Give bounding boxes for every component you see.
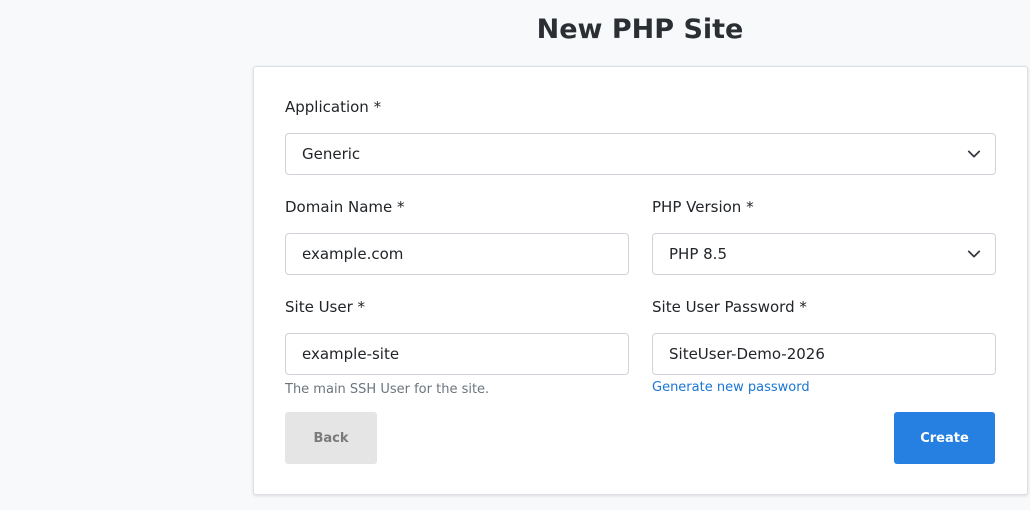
application-label: Application *: [285, 98, 382, 116]
domain-name-label: Domain Name *: [285, 198, 405, 216]
site-user-password-field: Site User Password * SiteUser-Demo-2026 …: [652, 296, 996, 395]
site-user-password-input[interactable]: SiteUser-Demo-2026: [652, 333, 996, 375]
domain-name-value: example.com: [302, 245, 404, 263]
back-button[interactable]: Back: [285, 412, 377, 464]
new-site-form-card: Application * Generic Domain Name * exam…: [253, 66, 1028, 495]
site-user-label: Site User *: [285, 298, 366, 316]
site-user-field: Site User * example-site The main SSH Us…: [285, 296, 629, 397]
site-user-input[interactable]: example-site: [285, 333, 629, 375]
php-version-select[interactable]: PHP 8.5: [652, 233, 996, 275]
chevron-down-icon: [967, 150, 981, 158]
generate-password-link[interactable]: Generate new password: [652, 380, 996, 395]
site-user-value: example-site: [302, 345, 400, 363]
php-version-select-value: PHP 8.5: [669, 245, 727, 263]
page-title: New PHP Site: [536, 14, 744, 45]
domain-name-field: Domain Name * example.com: [285, 196, 629, 275]
php-version-label: PHP Version *: [652, 198, 754, 216]
create-button[interactable]: Create: [894, 412, 995, 464]
site-user-password-label: Site User Password *: [652, 298, 807, 316]
application-select-value: Generic: [302, 145, 361, 163]
chevron-down-icon: [967, 250, 981, 258]
application-select[interactable]: Generic: [285, 133, 996, 175]
php-version-field: PHP Version * PHP 8.5: [652, 196, 996, 275]
site-user-password-value: SiteUser-Demo-2026: [669, 345, 825, 363]
site-user-help-text: The main SSH User for the site.: [285, 382, 490, 397]
domain-name-input[interactable]: example.com: [285, 233, 629, 275]
application-field: Application * Generic: [285, 96, 996, 175]
